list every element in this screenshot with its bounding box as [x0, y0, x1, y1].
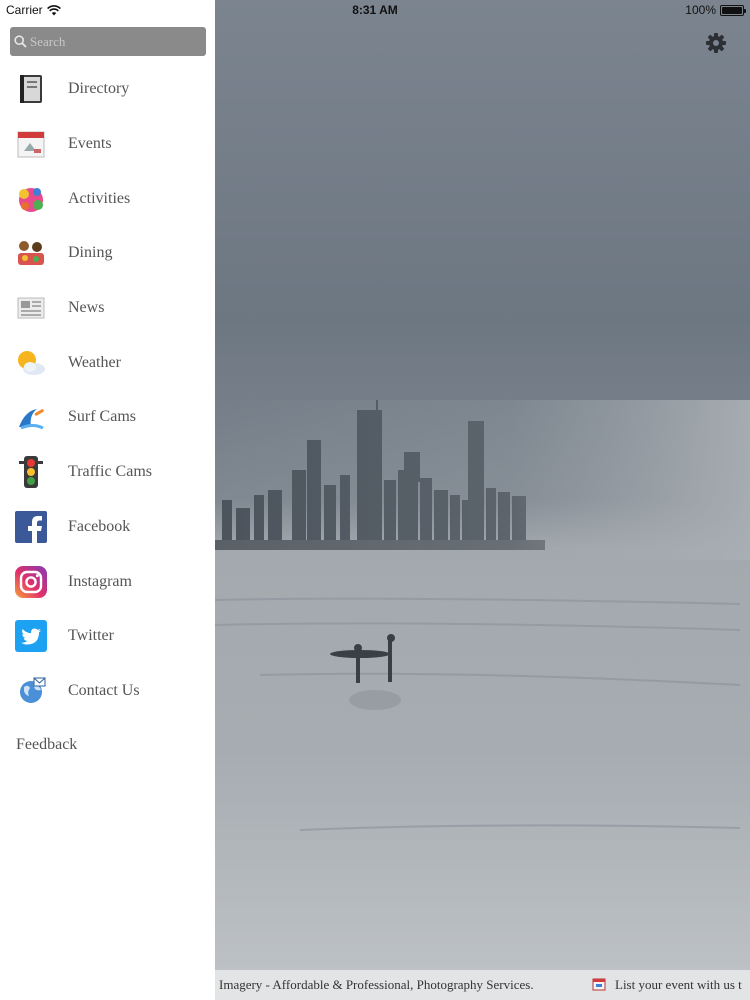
contact-globe-icon — [14, 674, 48, 708]
menu-list: Directory Events Activities Dining News … — [0, 62, 215, 718]
menu-item-traffic-cams[interactable]: Traffic Cams — [0, 445, 215, 500]
wifi-icon — [46, 4, 61, 15]
traffic-light-icon — [14, 455, 48, 489]
menu-label-instagram: Instagram — [68, 572, 132, 590]
search-icon — [14, 35, 27, 48]
feedback-link[interactable]: Feedback — [16, 736, 77, 754]
menu-item-directory[interactable]: Directory — [0, 62, 215, 117]
menu-label-activities: Activities — [68, 189, 131, 207]
bottom-ticker[interactable]: Imagery - Affordable & Professional, Pho… — [215, 970, 750, 1000]
menu-label-dining: Dining — [68, 244, 113, 262]
status-right: 100% — [685, 3, 746, 17]
menu-item-activities[interactable]: Activities — [0, 171, 215, 226]
menu-item-instagram[interactable]: Instagram — [0, 554, 215, 609]
battery-icon — [720, 4, 746, 16]
menu-label-traffic-cams: Traffic Cams — [68, 463, 152, 481]
menu-label-weather: Weather — [68, 353, 121, 371]
gear-icon — [706, 33, 726, 53]
instagram-icon — [14, 565, 48, 599]
status-bar: Carrier 8:31 AM 100% — [0, 0, 750, 20]
dining-icon — [14, 236, 48, 270]
menu-item-facebook[interactable]: Facebook — [0, 500, 215, 555]
carrier-label: Carrier — [6, 3, 43, 17]
facebook-icon — [14, 510, 48, 544]
menu-label-contact-us: Contact Us — [68, 681, 140, 699]
menu-label-directory: Directory — [68, 80, 130, 98]
twitter-icon — [14, 619, 48, 653]
menu-item-weather[interactable]: Weather — [0, 335, 215, 390]
ticker-text-photography: Imagery - Affordable & Professional, Pho… — [219, 977, 534, 992]
status-time: 8:31 AM — [352, 3, 398, 17]
menu-item-surf-cams[interactable]: Surf Cams — [0, 390, 215, 445]
battery-percent: 100% — [685, 3, 716, 17]
activities-icon — [14, 182, 48, 216]
menu-label-events: Events — [68, 135, 112, 153]
battery-level — [722, 6, 742, 14]
menu-item-events[interactable]: Events — [0, 117, 215, 172]
status-left: Carrier — [6, 3, 61, 17]
menu-item-contact-us[interactable]: Contact Us — [0, 664, 215, 719]
ticker-text-list-event: List your event with us t — [615, 977, 742, 992]
weather-sun-cloud-icon — [14, 346, 48, 380]
menu-label-facebook: Facebook — [68, 517, 131, 535]
menu-label-surf-cams: Surf Cams — [68, 408, 136, 426]
menu-label-twitter: Twitter — [68, 627, 114, 645]
search-bar[interactable] — [10, 27, 206, 56]
side-menu-drawer: Directory Events — [0, 0, 215, 1000]
menu-label-news: News — [68, 299, 105, 317]
ticker-calendar-icon — [592, 978, 606, 991]
search-input[interactable] — [30, 33, 200, 50]
newspaper-icon — [14, 291, 48, 325]
settings-button[interactable] — [704, 31, 728, 55]
menu-item-news[interactable]: News — [0, 281, 215, 336]
menu-item-dining[interactable]: Dining — [0, 226, 215, 281]
directory-book-icon — [14, 72, 48, 106]
menu-item-twitter[interactable]: Twitter — [0, 609, 215, 664]
surf-cams-icon — [14, 400, 48, 434]
events-calendar-icon — [14, 127, 48, 161]
